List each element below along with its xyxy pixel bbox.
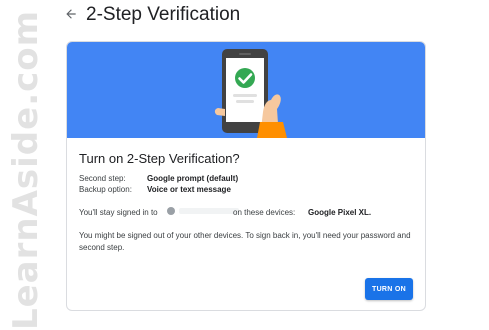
illustration-banner (67, 42, 425, 138)
watermark-text: LearnAside.com (6, 9, 47, 330)
signed-in-suffix: on these devices: (233, 208, 296, 217)
second-step-value: Google prompt (default) (147, 174, 239, 183)
signed-in-prefix: You'll stay signed in to (79, 208, 158, 217)
phone-illustration (214, 49, 287, 138)
redacted-email (179, 208, 239, 214)
second-step-label: Second step: (79, 174, 126, 183)
verification-card: Turn on 2-Step Verification? Second step… (66, 41, 426, 311)
arrow-left-icon (66, 9, 76, 19)
account-chip (167, 207, 239, 215)
sign-out-warning: You might be signed out of your other de… (79, 231, 411, 252)
avatar (167, 207, 175, 215)
backup-option-value: Voice or text message (147, 185, 231, 194)
card-title: Turn on 2-Step Verification? (79, 151, 240, 166)
page-header: 2-Step Verification (0, 0, 489, 30)
device-name: Google Pixel XL. (308, 208, 372, 217)
back-button[interactable] (62, 5, 80, 23)
watermark: LearnAside.com (6, 10, 46, 330)
turn-on-button[interactable]: TURN ON (365, 278, 413, 300)
backup-option-label: Backup option: (79, 185, 132, 194)
page-title: 2-Step Verification (86, 4, 241, 25)
